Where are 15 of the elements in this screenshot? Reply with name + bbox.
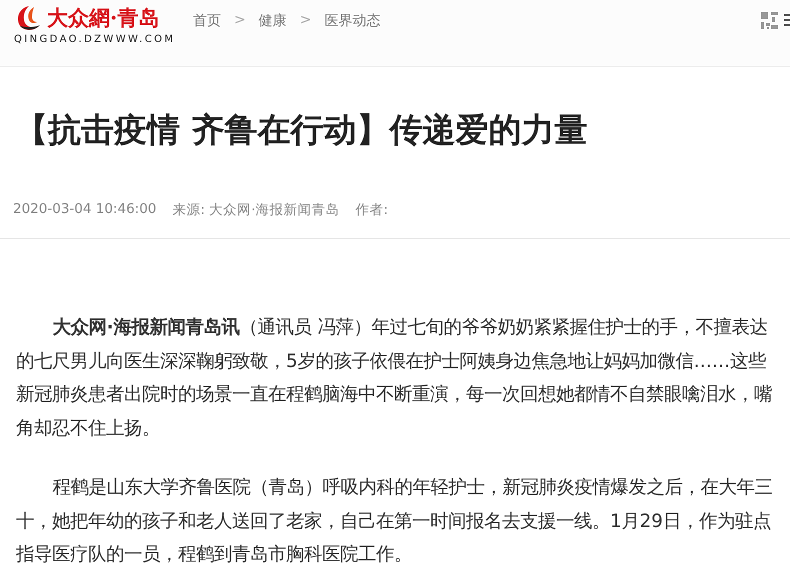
article-author: 作者: [356, 201, 388, 219]
menu-icon[interactable] [784, 12, 790, 26]
site-domain: QINGDAO.DZWWW.COM [14, 34, 176, 45]
breadcrumb-link[interactable]: 医界动态 [324, 12, 380, 30]
article-paragraph: 程鹤是山东大学齐鲁医院（青岛）呼吸内科的年轻护士，新冠肺炎疫情爆发之后，在大年三十，她把年幼的孩子和老人送回了老家，自己在第一时间报名去支援一线。1月29日，作为驻点指导医疗队的一员，程鹤到青岛市胸科医院工作。 [16, 476, 774, 567]
article-paragraph: 大众网·海报新闻青岛讯（通讯员 冯萍）年过七旬的爷爷奶奶紧紧握住护士的手，不擅表达的七尺男儿向医生深深鞠躬致敬，5岁的孩子依偎在护士阿姨身边焦急地让妈妈加微信……这些新冠肺炎患者出院时的场景一直在程鹤脑海中不断重演，每一次回想她都情不自禁眼噙泪水，嘴角却忍不住上扬。 [16, 316, 773, 440]
breadcrumb-separator: > [234, 12, 246, 30]
qr-code-icon[interactable] [761, 12, 778, 29]
breadcrumb-link[interactable]: 健康 [258, 12, 287, 30]
article-source: 来源: 大众网·海报新闻青岛 [172, 201, 340, 219]
breadcrumb-separator: > [300, 12, 312, 30]
publish-date: 2020-03-04 10:46:00 [13, 201, 156, 219]
breadcrumb-link[interactable]: 首页 [193, 12, 221, 30]
article-title: 【抗击疫情 齐鲁在行动】传递爱的力量 [15, 109, 588, 151]
site-logo[interactable]: 大众網·青岛 [47, 4, 160, 32]
